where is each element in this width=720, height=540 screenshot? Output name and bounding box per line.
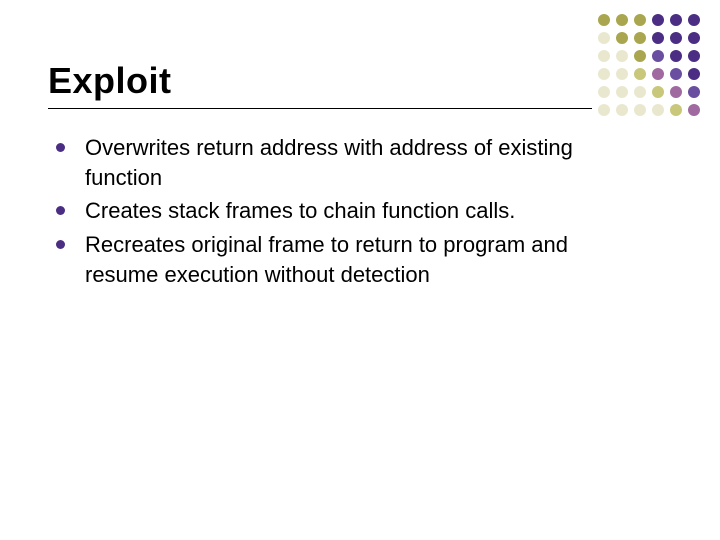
list-item: Creates stack frames to chain function c…	[56, 196, 672, 226]
title-container: Exploit	[48, 60, 592, 109]
bullet-list: Overwrites return address with address o…	[48, 133, 672, 289]
bullet-text: Overwrites return address with address o…	[85, 133, 625, 192]
list-item: Overwrites return address with address o…	[56, 133, 672, 192]
bullet-icon	[56, 206, 65, 215]
bullet-icon	[56, 240, 65, 249]
decorative-dot-grid	[598, 14, 702, 118]
slide-title: Exploit	[48, 60, 592, 102]
bullet-icon	[56, 143, 65, 152]
list-item: Recreates original frame to return to pr…	[56, 230, 672, 289]
bullet-text: Creates stack frames to chain function c…	[85, 196, 515, 226]
bullet-text: Recreates original frame to return to pr…	[85, 230, 625, 289]
slide: Exploit Overwrites return address with a…	[0, 0, 720, 540]
